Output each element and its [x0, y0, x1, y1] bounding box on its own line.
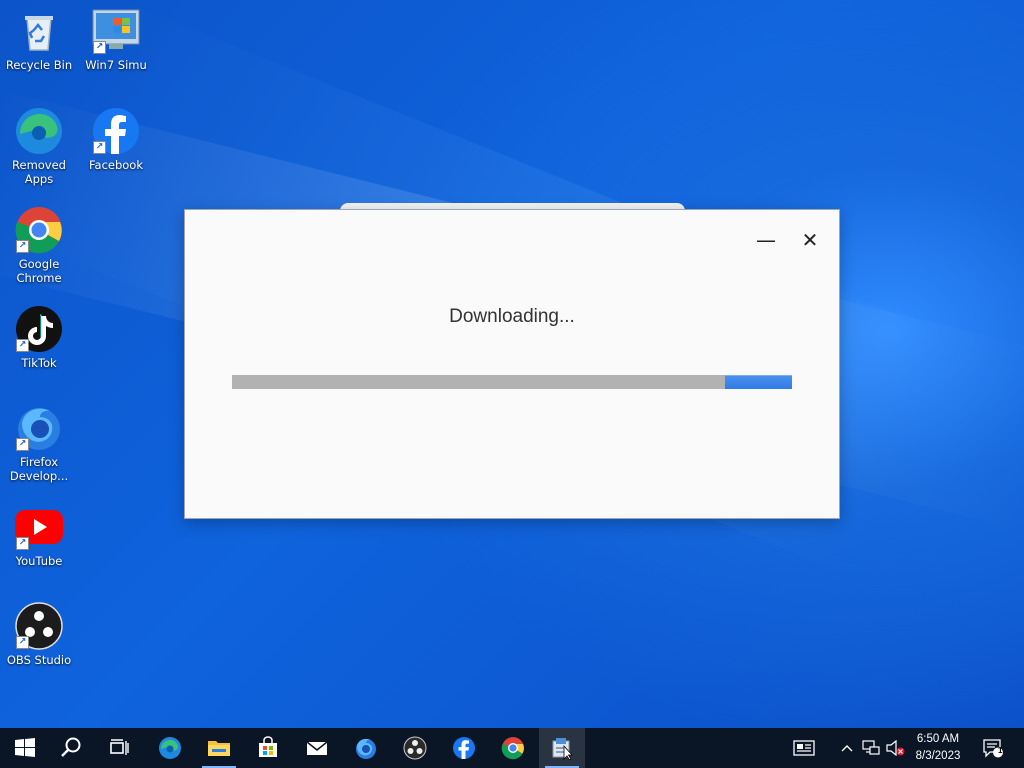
desktop-icon-label: Recycle Bin	[5, 58, 73, 72]
volume-muted-icon	[886, 740, 905, 756]
desktop-icon-firefox-developer[interactable]: ↗ Firefox Develop...	[0, 403, 78, 483]
taskbar-obs-studio[interactable]	[392, 728, 438, 768]
shortcut-arrow-icon: ↗	[93, 141, 106, 154]
taskbar-chrome[interactable]	[490, 728, 536, 768]
taskbar-facebook[interactable]	[441, 728, 487, 768]
taskbar-installer[interactable]	[539, 728, 585, 768]
shortcut-arrow-icon: ↗	[16, 240, 29, 253]
desktop-icon-label: Removed Apps	[12, 158, 66, 186]
edge-icon	[159, 737, 181, 759]
search-icon	[61, 737, 81, 757]
taskbar-mail[interactable]	[294, 728, 340, 768]
desktop-icon-label: Facebook	[88, 158, 144, 172]
shortcut-arrow-icon: ↗	[16, 636, 29, 649]
download-dialog: — ✕ Downloading...	[184, 209, 840, 519]
chevron-up-icon	[841, 745, 853, 752]
chrome-icon	[501, 737, 524, 760]
desktop-icon-label: OBS Studio	[6, 653, 72, 667]
windows-start-icon	[15, 738, 35, 757]
desktop-icon-recycle-bin[interactable]: Recycle Bin	[0, 6, 78, 72]
mail-icon	[306, 741, 328, 755]
notification-count-badge: 1	[998, 746, 1003, 755]
win7-simu-icon: ↗	[91, 6, 141, 56]
facebook-icon	[453, 737, 475, 759]
task-view-button[interactable]	[96, 728, 142, 768]
network-button[interactable]	[860, 728, 882, 768]
taskbar-microsoft-store[interactable]	[245, 728, 291, 768]
firefox-developer-icon: ↗	[14, 403, 64, 453]
desktop-icon-label: Win7 Simu	[85, 58, 147, 72]
desktop-icon-facebook[interactable]: ↗ Facebook	[77, 106, 155, 172]
obs-studio-icon	[403, 736, 427, 760]
download-progress-bar	[232, 375, 792, 389]
close-button[interactable]: ✕	[795, 225, 825, 255]
action-center-button[interactable]: 1	[978, 728, 1008, 768]
obs-studio-icon: ↗	[14, 601, 64, 651]
shortcut-arrow-icon: ↗	[16, 537, 29, 550]
facebook-icon: ↗	[91, 106, 141, 156]
youtube-icon: ↗	[14, 502, 64, 552]
installer-icon	[552, 738, 573, 760]
task-view-icon	[110, 739, 129, 755]
firefox-developer-icon	[356, 738, 376, 759]
shortcut-arrow-icon: ↗	[93, 41, 106, 54]
desktop-icon-label: Google Chrome	[16, 257, 62, 285]
shortcut-arrow-icon: ↗	[16, 339, 29, 352]
desktop-icon-label: Firefox Develop...	[9, 455, 69, 483]
desktop-icon-label: TikTok	[21, 356, 57, 370]
shortcut-arrow-icon: ↗	[16, 438, 29, 451]
minimize-button[interactable]: —	[751, 225, 781, 255]
chrome-icon: ↗	[14, 205, 64, 255]
desktop-icon-obs-studio[interactable]: ↗ OBS Studio	[0, 601, 78, 667]
taskbar: 6:50 AM 8/3/2023 1	[0, 728, 1024, 768]
start-button[interactable]	[2, 728, 48, 768]
clock-time: 6:50 AM	[916, 733, 960, 745]
news-widget-button[interactable]	[788, 728, 820, 768]
recycle-bin-icon	[14, 6, 64, 56]
volume-button[interactable]	[884, 728, 906, 768]
clock-date: 8/3/2023	[915, 750, 961, 762]
show-hidden-icons-button[interactable]	[838, 728, 856, 768]
progress-bar-fill	[725, 375, 792, 389]
microsoft-store-icon	[259, 736, 277, 757]
search-button[interactable]	[48, 728, 94, 768]
desktop-icon-youtube[interactable]: ↗ YouTube	[0, 502, 78, 568]
file-explorer-icon	[208, 741, 230, 756]
taskbar-firefox-developer[interactable]	[343, 728, 389, 768]
desktop-icon-removed-apps[interactable]: Removed Apps	[0, 106, 78, 186]
desktop-icon-tiktok[interactable]: ↗ TikTok	[0, 304, 78, 370]
desktop-icon-label: YouTube	[15, 554, 63, 568]
download-status-text: Downloading...	[449, 306, 575, 327]
news-icon	[793, 740, 815, 756]
desktop-icon-google-chrome[interactable]: ↗ Google Chrome	[0, 205, 78, 285]
edge-icon	[14, 106, 64, 156]
tiktok-icon: ↗	[14, 304, 64, 354]
network-icon	[862, 740, 880, 755]
desktop-icon-win7-simu[interactable]: ↗ Win7 Simu	[77, 6, 155, 72]
taskbar-clock[interactable]: 6:50 AM 8/3/2023	[906, 731, 970, 765]
taskbar-edge[interactable]	[147, 728, 193, 768]
taskbar-file-explorer[interactable]	[196, 728, 242, 768]
